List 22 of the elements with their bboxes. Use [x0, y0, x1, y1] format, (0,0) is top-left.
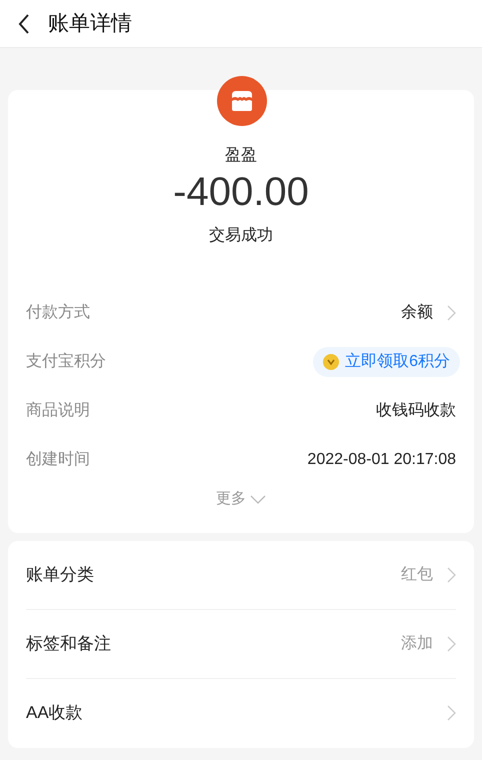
chevron-down-icon: [250, 494, 266, 504]
status-text: 交易成功: [209, 226, 273, 246]
detail-label: 付款方式: [26, 302, 90, 322]
detail-label: 创建时间: [26, 450, 90, 470]
settings-row[interactable]: 账单分类 红包: [26, 540, 456, 610]
coin-icon: [323, 354, 340, 370]
detail-label: 商品说明: [26, 400, 90, 420]
chevron-right-icon: [447, 705, 456, 721]
settings-row[interactable]: AA收款: [26, 678, 456, 748]
points-button[interactable]: 立即领取6积分: [313, 346, 460, 376]
detail-label: 支付宝积分: [26, 352, 106, 372]
chevron-right-icon: [447, 636, 456, 652]
page-title: 账单详情: [48, 10, 132, 37]
chevron-right-icon: [447, 566, 456, 582]
amount: -400.00: [173, 169, 309, 215]
settings-row[interactable]: 标签和备注 添加: [26, 610, 456, 678]
detail-value: 收钱码收款: [376, 400, 456, 420]
chevron-right-icon: [447, 304, 456, 320]
back-icon: [18, 14, 30, 34]
payee-name: 盈盈: [225, 146, 257, 166]
payment-method-link[interactable]: 余额: [401, 300, 456, 324]
detail-value: 2022-08-01 20:17:08: [307, 450, 456, 470]
